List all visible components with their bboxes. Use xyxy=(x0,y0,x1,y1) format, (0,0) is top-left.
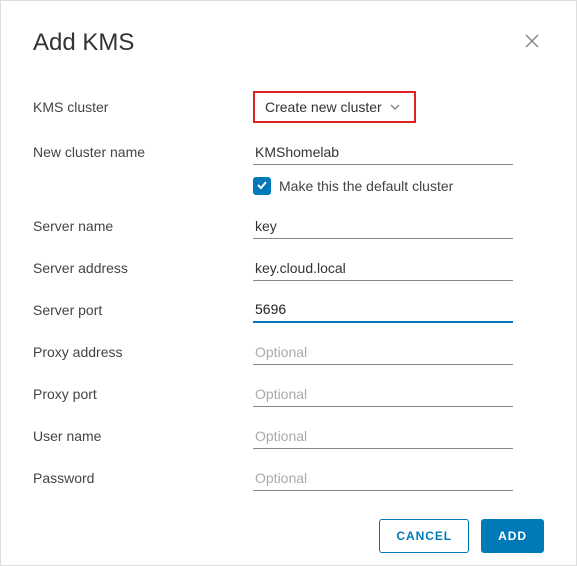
label-server-port: Server port xyxy=(33,302,253,318)
row-default-cluster: Make this the default cluster xyxy=(253,177,544,195)
label-server-name: Server name xyxy=(33,218,253,234)
close-button[interactable] xyxy=(520,29,544,55)
dialog-header: Add KMS xyxy=(33,29,544,57)
row-new-cluster-name: New cluster name xyxy=(33,139,544,165)
check-icon xyxy=(256,178,268,194)
proxy-port-input[interactable] xyxy=(253,382,513,407)
default-cluster-label[interactable]: Make this the default cluster xyxy=(279,178,453,194)
kms-cluster-dropdown[interactable]: Create new cluster xyxy=(253,91,416,123)
row-user-name: User name xyxy=(33,423,544,449)
row-proxy-port: Proxy port xyxy=(33,381,544,407)
user-name-input[interactable] xyxy=(253,424,513,449)
form-body: KMS cluster Create new cluster New clust… xyxy=(33,91,544,507)
row-server-address: Server address xyxy=(33,255,544,281)
row-password: Password xyxy=(33,465,544,491)
kms-cluster-dropdown-value: Create new cluster xyxy=(265,99,382,115)
password-input[interactable] xyxy=(253,466,513,491)
add-kms-dialog: Add KMS KMS cluster Create new cluster xyxy=(0,0,577,566)
chevron-down-icon xyxy=(382,99,400,115)
server-port-input[interactable] xyxy=(253,297,513,323)
server-name-input[interactable] xyxy=(253,214,513,239)
server-address-input[interactable] xyxy=(253,256,513,281)
row-proxy-address: Proxy address xyxy=(33,339,544,365)
dialog-footer: CANCEL ADD xyxy=(33,519,544,553)
cancel-button[interactable]: CANCEL xyxy=(379,519,469,553)
label-proxy-port: Proxy port xyxy=(33,386,253,402)
close-icon xyxy=(524,37,540,52)
label-kms-cluster: KMS cluster xyxy=(33,99,253,115)
row-server-name: Server name xyxy=(33,213,544,239)
label-proxy-address: Proxy address xyxy=(33,344,253,360)
add-button[interactable]: ADD xyxy=(481,519,544,553)
row-server-port: Server port xyxy=(33,297,544,323)
row-kms-cluster: KMS cluster Create new cluster xyxy=(33,91,544,123)
label-new-cluster-name: New cluster name xyxy=(33,144,253,160)
dialog-title: Add KMS xyxy=(33,29,134,57)
label-password: Password xyxy=(33,470,253,486)
proxy-address-input[interactable] xyxy=(253,340,513,365)
label-server-address: Server address xyxy=(33,260,253,276)
default-cluster-checkbox[interactable] xyxy=(253,177,271,195)
label-user-name: User name xyxy=(33,428,253,444)
new-cluster-name-input[interactable] xyxy=(253,140,513,165)
